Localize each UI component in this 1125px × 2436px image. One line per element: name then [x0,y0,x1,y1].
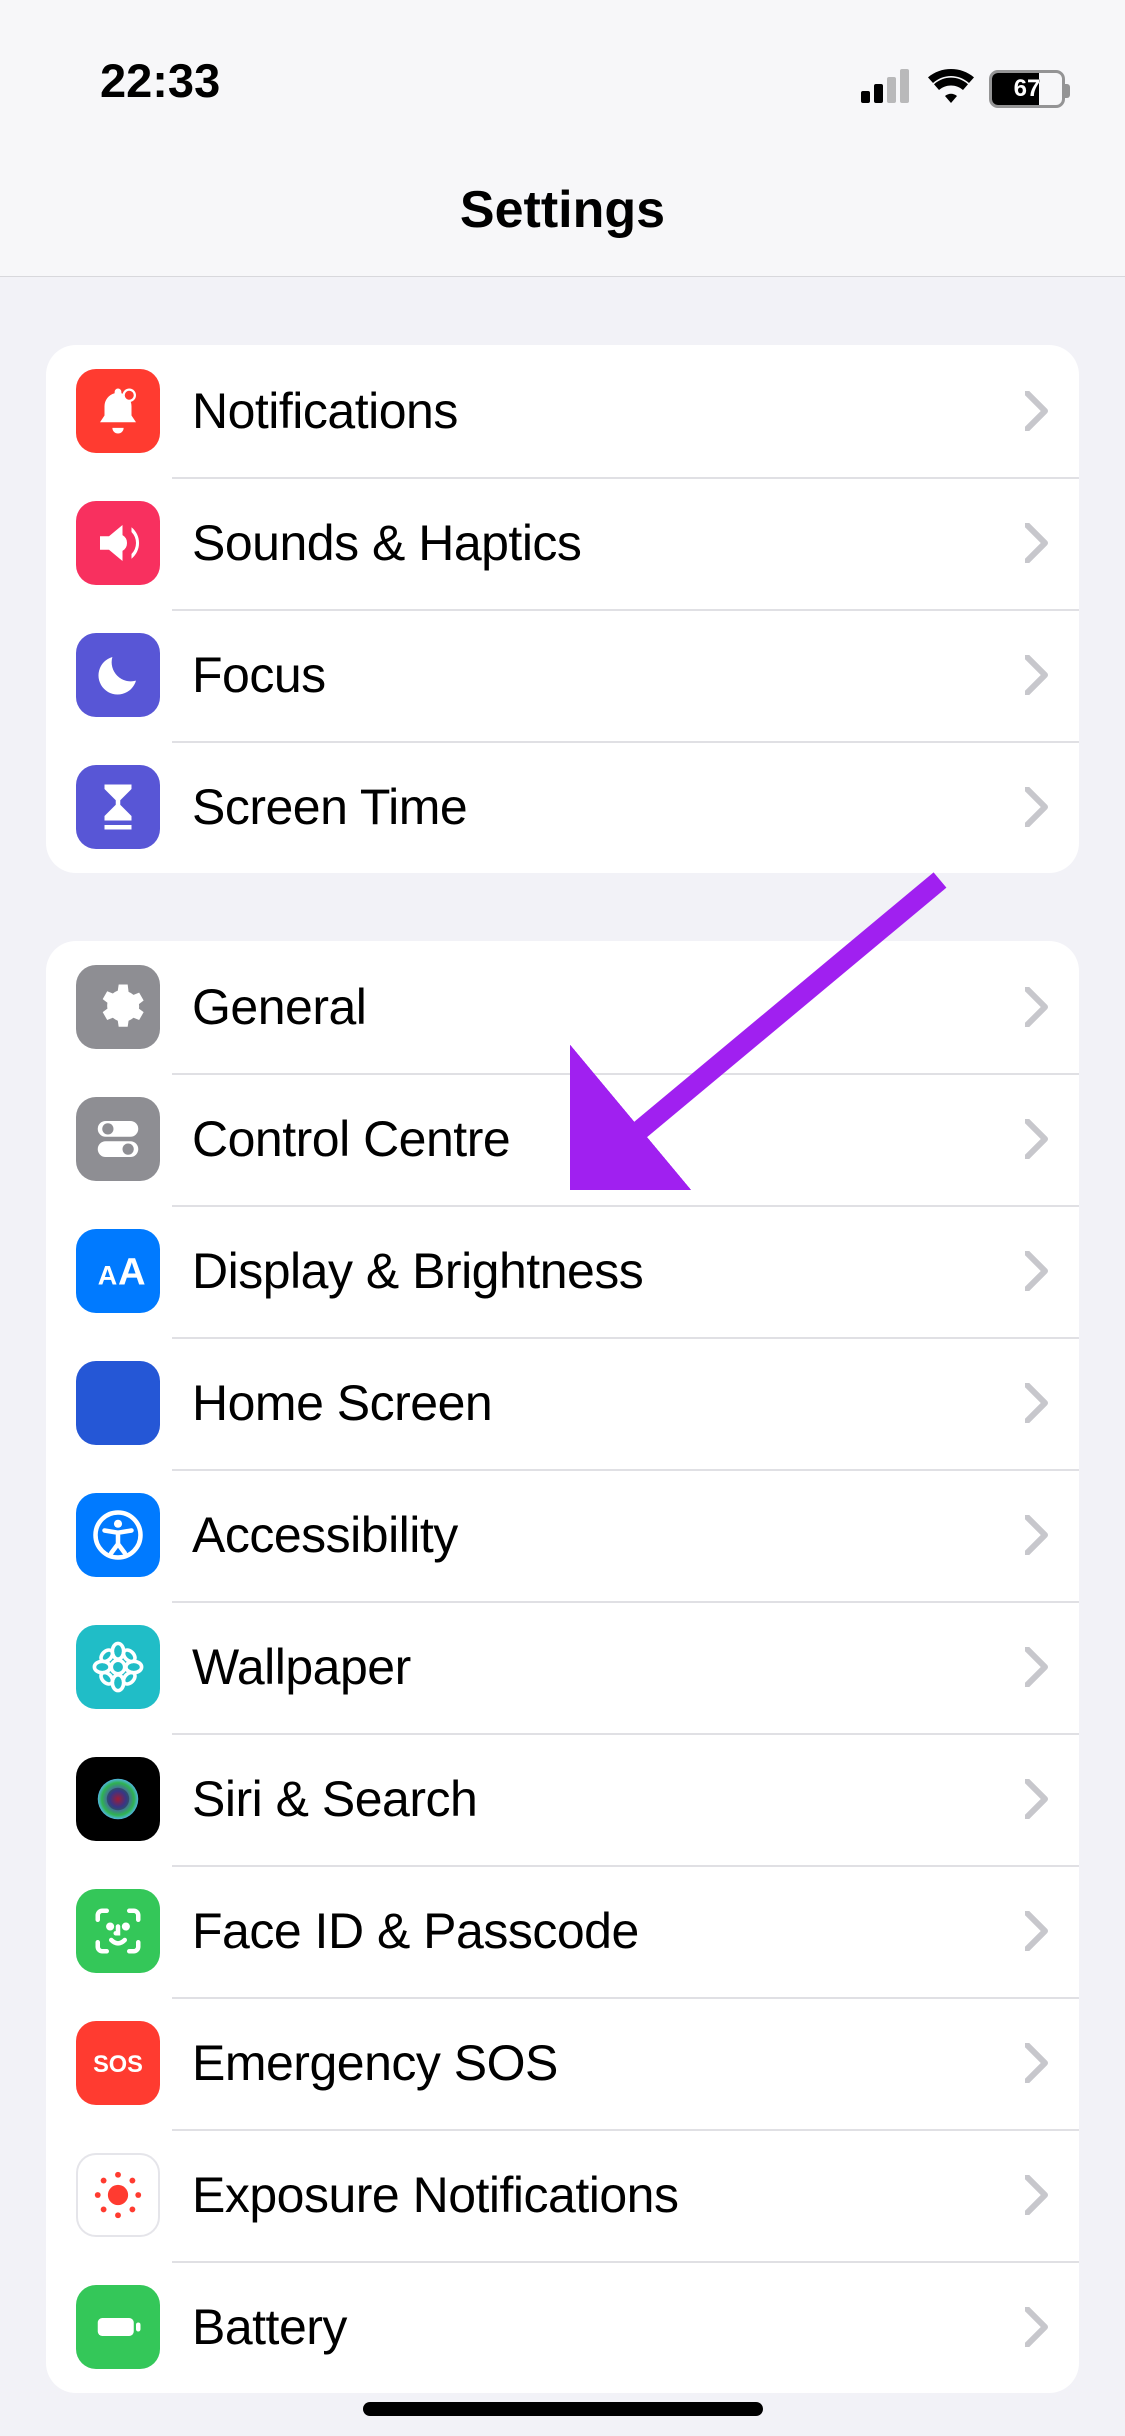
row-label: General [192,978,1025,1036]
navigation-header: Settings [0,120,1125,277]
chevron-right-icon [1025,787,1049,827]
settings-row-siri[interactable]: Siri & Search [46,1733,1079,1865]
row-label: Accessibility [192,1506,1025,1564]
moon-icon [76,633,160,717]
status-time: 22:33 [100,53,220,108]
page-title: Settings [0,180,1125,240]
chevron-right-icon [1025,655,1049,695]
speaker-icon [76,501,160,585]
bell-icon [76,369,160,453]
settings-row-sounds[interactable]: Sounds & Haptics [46,477,1079,609]
row-label: Control Centre [192,1110,1025,1168]
svg-text:SOS: SOS [93,2052,143,2078]
chevron-right-icon [1025,1911,1049,1951]
svg-text:A: A [98,1261,118,1291]
wifi-icon [927,69,975,108]
row-label: Emergency SOS [192,2034,1025,2092]
settings-row-homescreen[interactable]: Home Screen [46,1337,1079,1469]
chevron-right-icon [1025,523,1049,563]
settings-group-system: General Control Centre AA Display & Brig… [46,941,1079,2393]
chevron-right-icon [1025,391,1049,431]
row-label: Exposure Notifications [192,2166,1025,2224]
settings-row-focus[interactable]: Focus [46,609,1079,741]
chevron-right-icon [1025,1779,1049,1819]
svg-text:A: A [118,1251,145,1294]
settings-row-general[interactable]: General [46,941,1079,1073]
row-label: Screen Time [192,778,1025,836]
chevron-right-icon [1025,1647,1049,1687]
hourglass-icon [76,765,160,849]
row-label: Focus [192,646,1025,704]
settings-row-display[interactable]: AA Display & Brightness [46,1205,1079,1337]
chevron-right-icon [1025,2043,1049,2083]
switches-icon [76,1097,160,1181]
textsize-icon: AA [76,1229,160,1313]
status-icons: 67 [861,69,1065,108]
chevron-right-icon [1025,1515,1049,1555]
chevron-right-icon [1025,2307,1049,2347]
accessibility-icon [76,1493,160,1577]
row-label: Sounds & Haptics [192,514,1025,572]
battery-icon [76,2285,160,2369]
status-bar: 22:33 67 [0,0,1125,120]
flower-icon [76,1625,160,1709]
settings-row-wallpaper[interactable]: Wallpaper [46,1601,1079,1733]
gear-icon [76,965,160,1049]
row-label: Home Screen [192,1374,1025,1432]
chevron-right-icon [1025,1251,1049,1291]
settings-row-screentime[interactable]: Screen Time [46,741,1079,873]
settings-row-notifications[interactable]: Notifications [46,345,1079,477]
row-label: Battery [192,2298,1025,2356]
faceid-icon [76,1889,160,1973]
battery-icon: 67 [989,70,1065,108]
row-label: Notifications [192,382,1025,440]
apps-icon [76,1361,160,1445]
chevron-right-icon [1025,987,1049,1027]
row-label: Face ID & Passcode [192,1902,1025,1960]
settings-row-controlcentre[interactable]: Control Centre [46,1073,1079,1205]
row-label: Wallpaper [192,1638,1025,1696]
settings-row-sos[interactable]: SOS Emergency SOS [46,1997,1079,2129]
chevron-right-icon [1025,2175,1049,2215]
sos-icon: SOS [76,2021,160,2105]
settings-group-alerts: Notifications Sounds & Haptics Focus Scr… [46,345,1079,873]
chevron-right-icon [1025,1119,1049,1159]
settings-row-accessibility[interactable]: Accessibility [46,1469,1079,1601]
row-label: Display & Brightness [192,1242,1025,1300]
settings-list[interactable]: Notifications Sounds & Haptics Focus Scr… [0,345,1125,2393]
siri-icon [76,1757,160,1841]
row-label: Siri & Search [192,1770,1025,1828]
home-indicator[interactable] [363,2402,763,2416]
settings-row-exposure[interactable]: Exposure Notifications [46,2129,1079,2261]
settings-row-battery[interactable]: Battery [46,2261,1079,2393]
chevron-right-icon [1025,1383,1049,1423]
exposure-icon [76,2153,160,2237]
settings-row-faceid[interactable]: Face ID & Passcode [46,1865,1079,1997]
cellular-icon [861,69,913,108]
